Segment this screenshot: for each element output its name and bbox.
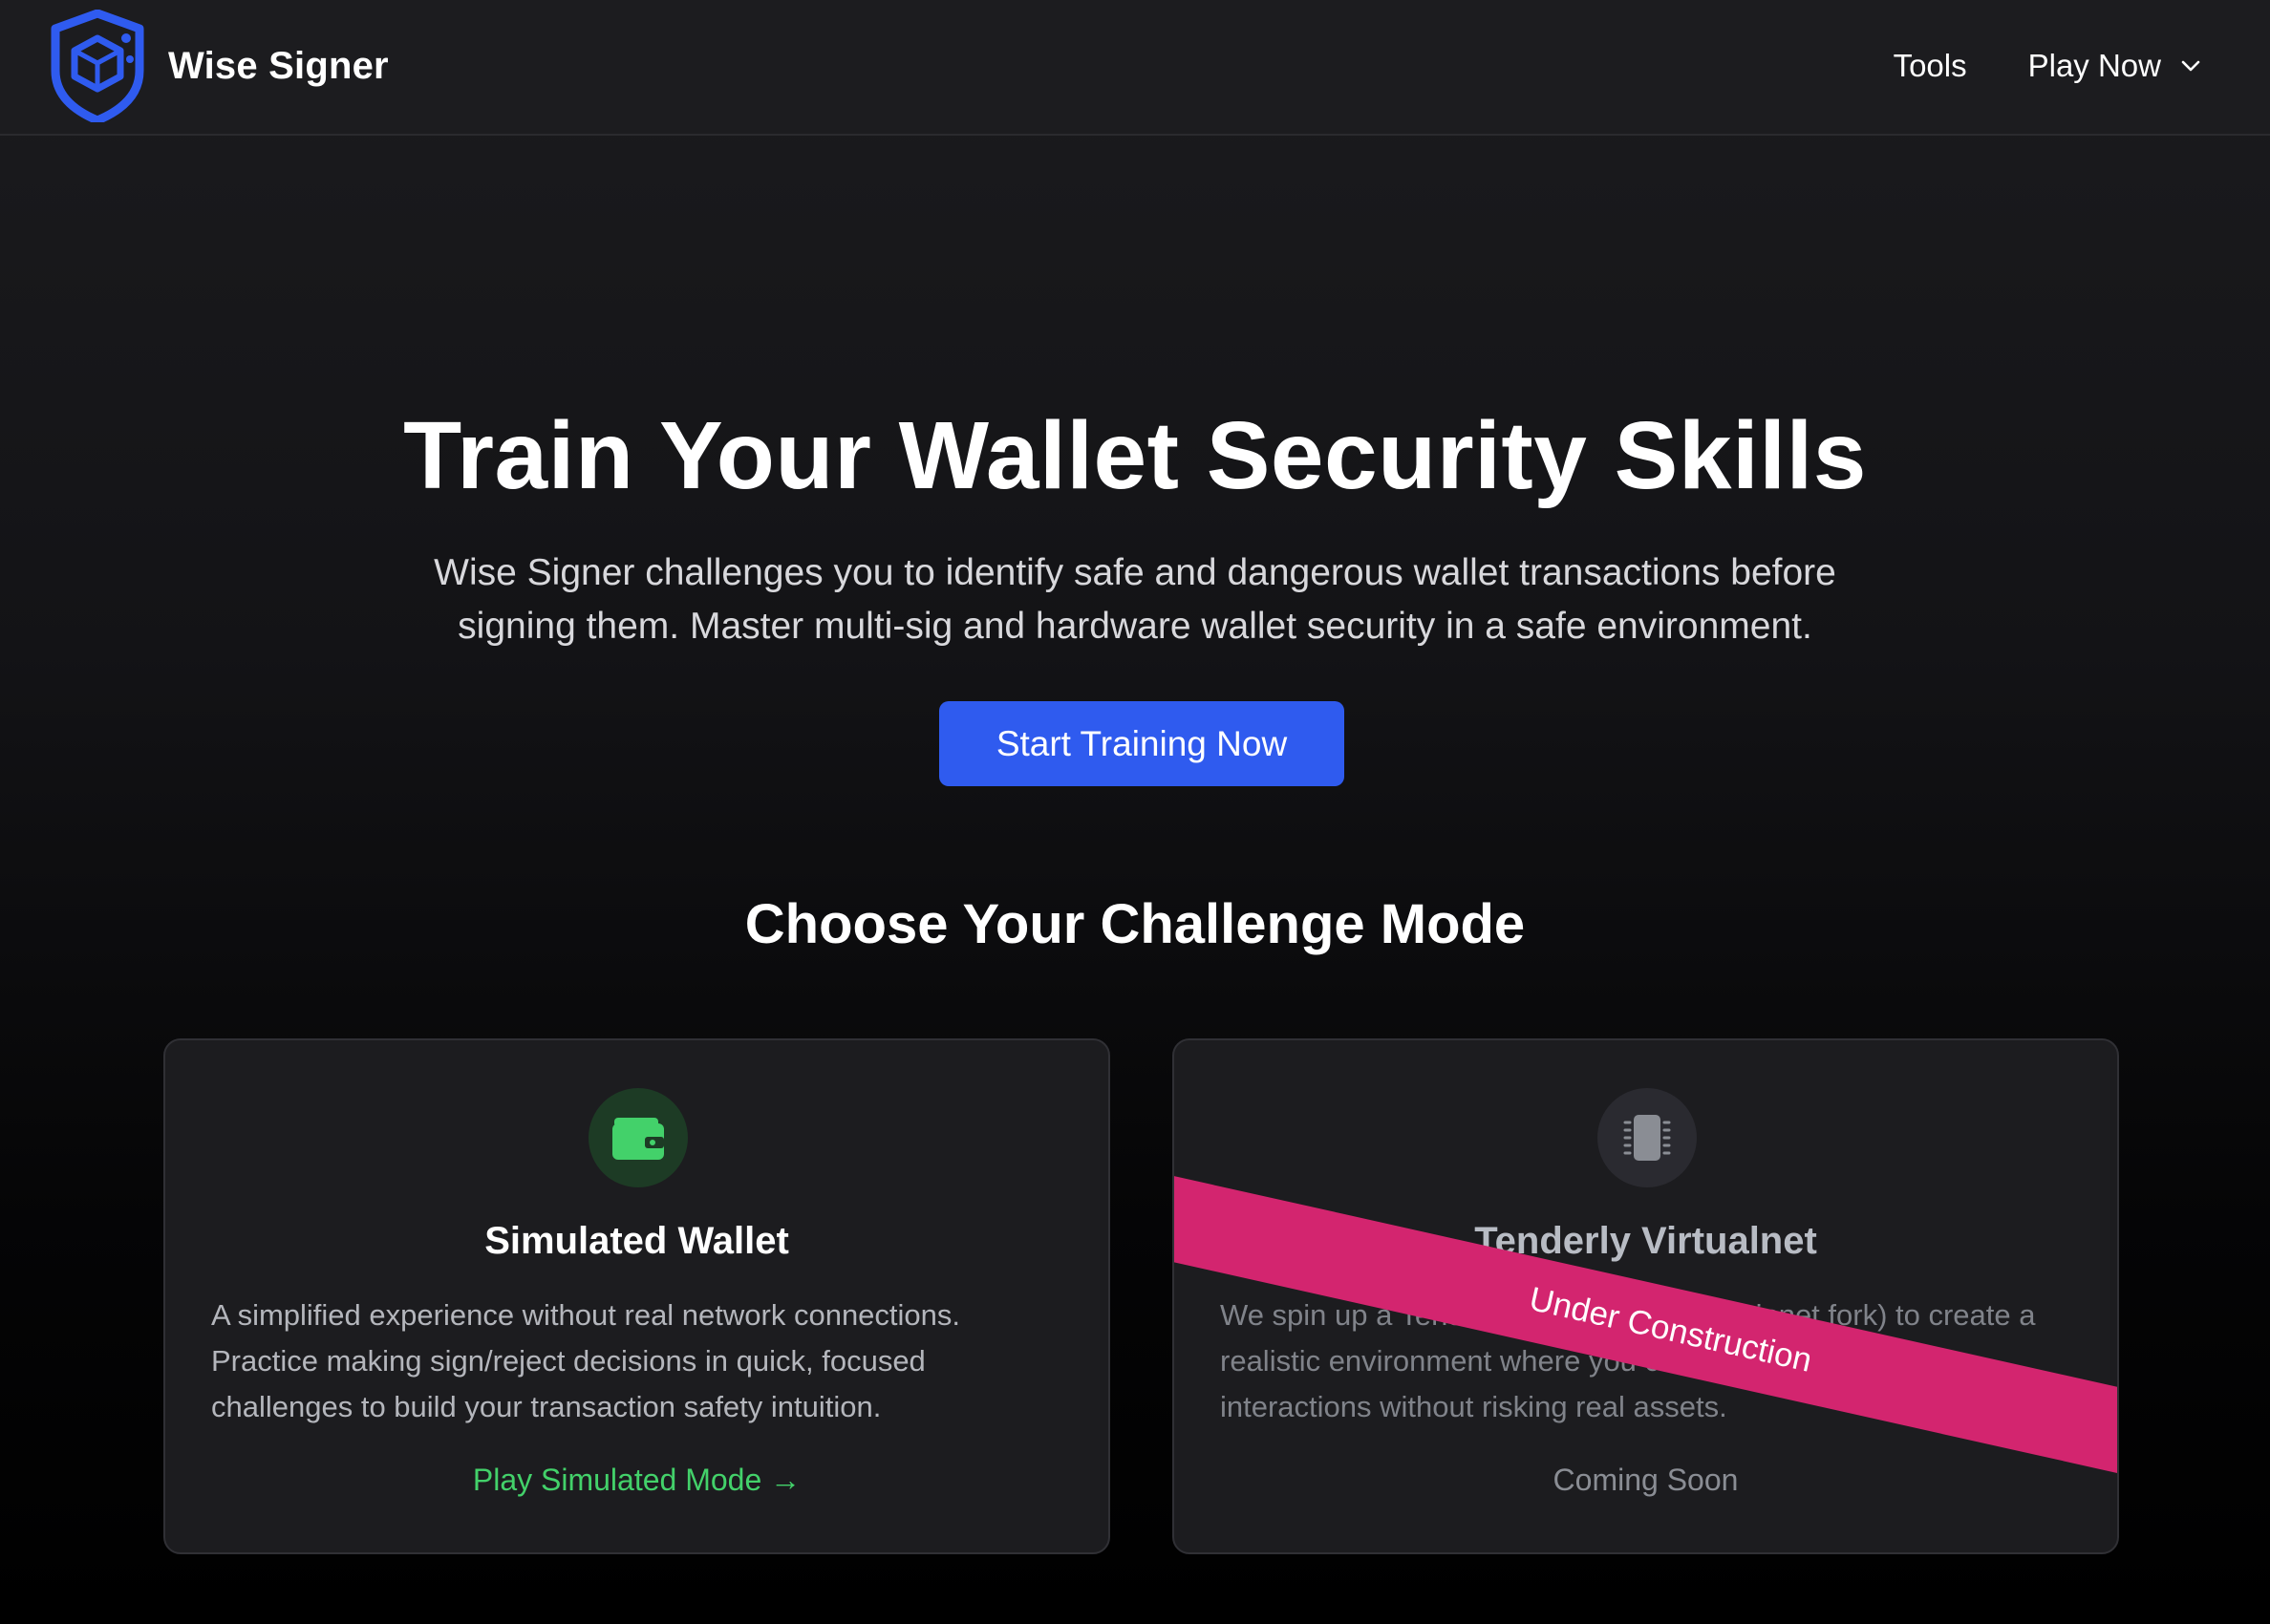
nav-play-now-label: Play Now [2027, 48, 2161, 83]
nav-tools-link[interactable]: Tools [1894, 48, 1967, 84]
section-title: Choose Your Challenge Mode [744, 893, 1526, 955]
card-title: Simulated Wallet [484, 1220, 789, 1262]
navbar: Wise Signer Tools Play Now [0, 0, 2270, 136]
page: Wise Signer Tools Play Now Train Your Wa… [0, 0, 2270, 1624]
nav-links: Tools Play Now [1894, 0, 2201, 132]
coming-soon-label: Coming Soon [1553, 1463, 1739, 1497]
hero-title: Train Your Wallet Security Skills [403, 402, 1867, 509]
tenderly-virtualnet-card: Tenderly Virtualnet We spin up a Tenderl… [1172, 1038, 2119, 1554]
brand-home-link[interactable]: Wise Signer [48, 10, 389, 122]
hero-subtitle: Wise Signer challenges you to identify s… [434, 552, 1836, 647]
brand-name: Wise Signer [168, 44, 389, 87]
simulated-wallet-card[interactable]: Simulated Wallet A simplified experience… [163, 1038, 1110, 1554]
wallet-icon [589, 1088, 688, 1187]
start-training-button[interactable]: Start Training Now [939, 701, 1344, 786]
chevron-down-icon [2181, 60, 2200, 72]
chip-icon [1597, 1088, 1697, 1187]
shield-cube-icon [51, 10, 144, 122]
card-description: A simplified experience without real net… [211, 1298, 961, 1423]
play-simulated-mode-link[interactable]: Play Simulated Mode → [165, 1463, 1108, 1498]
nav-play-now-dropdown[interactable]: Play Now [2028, 48, 2201, 84]
